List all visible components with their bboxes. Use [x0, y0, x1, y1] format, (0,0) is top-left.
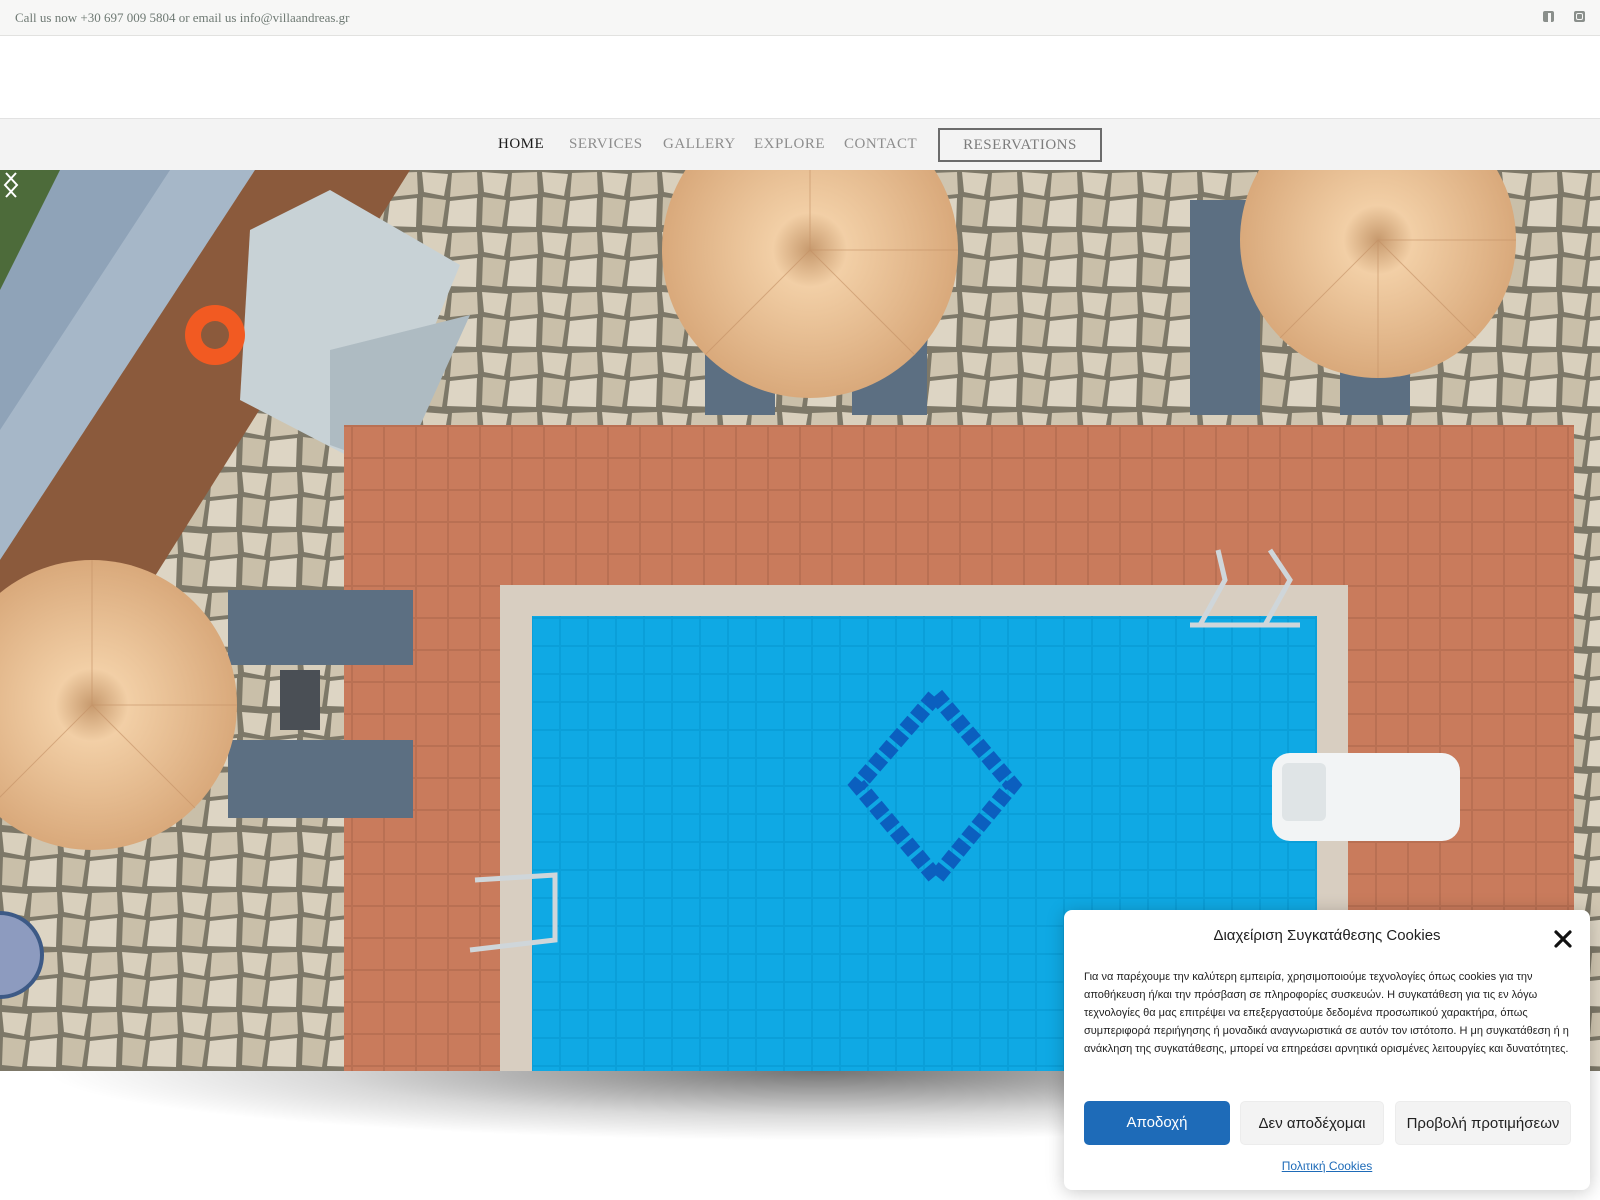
cookie-dialog-text: Για να παρέχουμε την καλύτερη εμπειρία, … — [1084, 971, 1569, 1055]
contact-info-text: Call us now +30 697 009 5804 or email us… — [15, 10, 350, 25]
nav-item-gallery[interactable]: GALLERY — [663, 136, 736, 153]
chevron-right-icon[interactable] — [0, 170, 22, 200]
close-icon[interactable] — [1552, 928, 1574, 950]
nav-item-contact[interactable]: CONTACT — [844, 136, 917, 153]
view-preferences-button[interactable]: Προβολή προτιμήσεων — [1395, 1101, 1571, 1145]
logo-area — [0, 36, 1600, 118]
main-navigation: HOME SERVICES GALLERY EXPLORE CONTACT RE… — [0, 118, 1600, 170]
deny-cookies-button[interactable]: Δεν αποδέχομαι — [1240, 1101, 1384, 1145]
cookie-consent-dialog: Διαχείριση Συγκατάθεσης Cookies Για να π… — [1064, 910, 1590, 1190]
top-contact-bar: Call us now +30 697 009 5804 or email us… — [0, 0, 1600, 36]
nav-item-explore[interactable]: EXPLORE — [754, 136, 825, 153]
nav-item-home[interactable]: HOME — [498, 136, 544, 153]
instagram-icon[interactable] — [1574, 11, 1585, 22]
reservations-button[interactable]: RESERVATIONS — [938, 128, 1102, 162]
cookie-policy-link[interactable]: Πολιτική Cookies — [1064, 1159, 1590, 1173]
nav-item-services[interactable]: SERVICES — [569, 136, 643, 153]
cookie-dialog-title: Διαχείριση Συγκατάθεσης Cookies — [1213, 927, 1441, 944]
facebook-icon[interactable] — [1543, 11, 1554, 22]
accept-cookies-button[interactable]: Αποδοχή — [1084, 1101, 1230, 1145]
